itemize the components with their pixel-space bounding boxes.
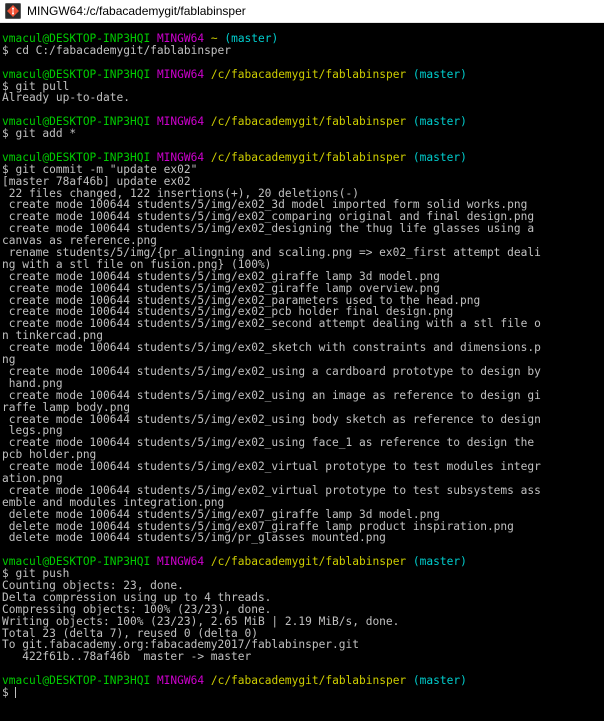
- prompt-host: MINGW64: [156, 150, 205, 164]
- window-title: MINGW64:/c/fabacademygit/fablabinsper: [27, 4, 246, 18]
- output-line: [master 78af46b] update ex02: [2, 174, 191, 188]
- output-line: Writing objects: 100% (23/23), 2.65 MiB …: [2, 614, 400, 628]
- output-line: create mode 100644 students/5/img/ex02_v…: [2, 483, 541, 497]
- output-line: Compressing objects: 100% (23/23), done.: [2, 602, 272, 616]
- output-line: create mode 100644 students/5/img/ex02_s…: [2, 341, 541, 355]
- prompt-line: vmacul@DESKTOP-INP3HQI MINGW64 /c/fabaca…: [2, 67, 604, 81]
- output-line: create mode 100644 students/5/img/ex02_g…: [2, 269, 440, 283]
- prompt-host: MINGW64: [156, 674, 205, 688]
- output-line: 422f61b..78af46b master -> master: [2, 650, 252, 664]
- prompt-branch: (master): [224, 33, 279, 45]
- output-line: create mode 100644 students/5/img/ex02_u…: [2, 364, 541, 378]
- prompt-user: vmacul@DESKTOP-INP3HQI: [2, 674, 151, 688]
- terminal-window: MINGW64:/c/fabacademygit/fablabinsper vm…: [0, 0, 604, 721]
- prompt-branch: (master): [412, 67, 467, 81]
- output-line: create mode 100644 students/5/img/ex02_g…: [2, 281, 440, 295]
- output-line: Delta compression using up to 4 threads.: [2, 590, 272, 604]
- prompt-host: MINGW64: [156, 67, 205, 81]
- output-line: delete mode 100644 students/5/img/ex07_g…: [2, 507, 440, 521]
- prompt-path: /c/fabacademygit/fablabinsper: [210, 115, 407, 129]
- output-line: raffe lamp body.png: [2, 400, 130, 414]
- prompt-path: /c/fabacademygit/fablabinsper: [210, 555, 407, 569]
- prompt-path: /c/fabacademygit/fablabinsper: [210, 67, 407, 81]
- output-line: hand.png: [2, 376, 63, 390]
- prompt-line: vmacul@DESKTOP-INP3HQI MINGW64 /c/fabaca…: [2, 556, 604, 568]
- output-line: delete mode 100644 students/5/img/pr_gla…: [2, 531, 386, 545]
- prompt-branch: (master): [412, 150, 467, 164]
- output-line: $ git add *: [2, 127, 77, 141]
- title-bar[interactable]: MINGW64:/c/fabacademygit/fablabinsper: [0, 0, 604, 23]
- output-line: Already up-to-date.: [2, 91, 130, 105]
- prompt-user: vmacul@DESKTOP-INP3HQI: [2, 67, 151, 81]
- text-cursor: [15, 686, 17, 698]
- prompt-line: vmacul@DESKTOP-INP3HQI MINGW64 /c/fabaca…: [2, 675, 604, 687]
- output-line: emble and modules integration.png: [2, 495, 225, 509]
- output-line: $ cd C:/fabacademygit/fablabinsper: [2, 43, 232, 57]
- output-line: create mode 100644 students/5/img/ex02_u…: [2, 388, 541, 402]
- terminal-output[interactable]: vmacul@DESKTOP-INP3HQI MINGW64 ~ (master…: [0, 33, 604, 721]
- prompt-line: vmacul@DESKTOP-INP3HQI MINGW64 /c/fabaca…: [2, 150, 604, 164]
- prompt-host: MINGW64: [156, 115, 205, 129]
- output-line: create mode 100644 students/5/img/ex02_v…: [2, 460, 541, 474]
- git-bash-icon: [5, 3, 21, 19]
- input-prompt: $: [2, 685, 16, 699]
- prompt-path: /c/fabacademygit/fablabinsper: [210, 150, 407, 164]
- output-line: $ git commit -m "update ex02": [2, 162, 198, 176]
- prompt-user: vmacul@DESKTOP-INP3HQI: [2, 150, 151, 164]
- prompt-branch: (master): [412, 115, 467, 129]
- prompt-branch: (master): [412, 555, 467, 569]
- prompt-path: /c/fabacademygit/fablabinsper: [210, 674, 407, 688]
- output-line: create mode 100644 students/5/img/ex02_u…: [2, 412, 541, 426]
- prompt-host: MINGW64: [156, 555, 205, 569]
- command-input-line[interactable]: $: [2, 687, 604, 699]
- prompt-line: vmacul@DESKTOP-INP3HQI MINGW64 /c/fabaca…: [2, 116, 604, 128]
- prompt-branch: (master): [412, 674, 467, 688]
